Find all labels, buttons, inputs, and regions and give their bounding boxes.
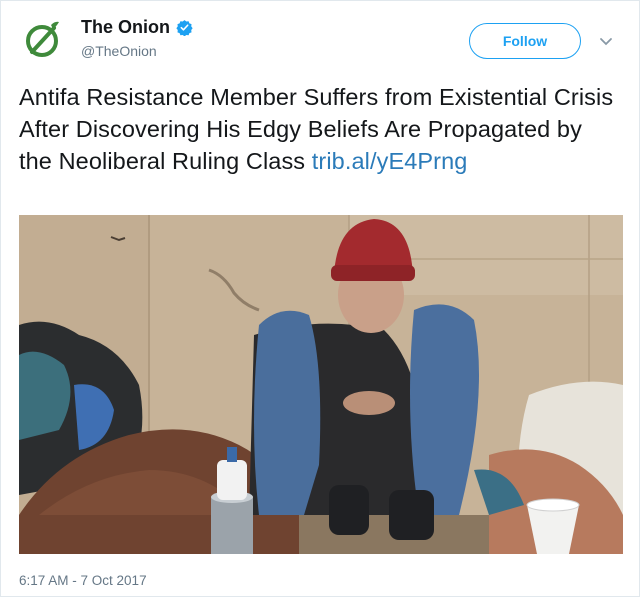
verified-badge-icon: [176, 19, 193, 37]
tweet-photo[interactable]: [19, 215, 623, 554]
author-name-row: The Onion: [81, 17, 193, 38]
tweet-card: The Onion @TheOnion Follow Antifa Resist…: [0, 0, 640, 597]
tweet-timestamp[interactable]: 6:17 AM - 7 Oct 2017: [19, 573, 147, 588]
tweet-link[interactable]: trib.al/yE4Prng: [312, 148, 468, 174]
tweet-text: Antifa Resistance Member Suffers from Ex…: [19, 81, 619, 177]
onion-logo-icon[interactable]: [23, 19, 63, 59]
author-handle[interactable]: @TheOnion: [81, 43, 157, 59]
author-name[interactable]: The Onion: [81, 17, 170, 38]
chevron-down-icon[interactable]: [599, 34, 613, 46]
follow-button[interactable]: Follow: [469, 23, 581, 59]
